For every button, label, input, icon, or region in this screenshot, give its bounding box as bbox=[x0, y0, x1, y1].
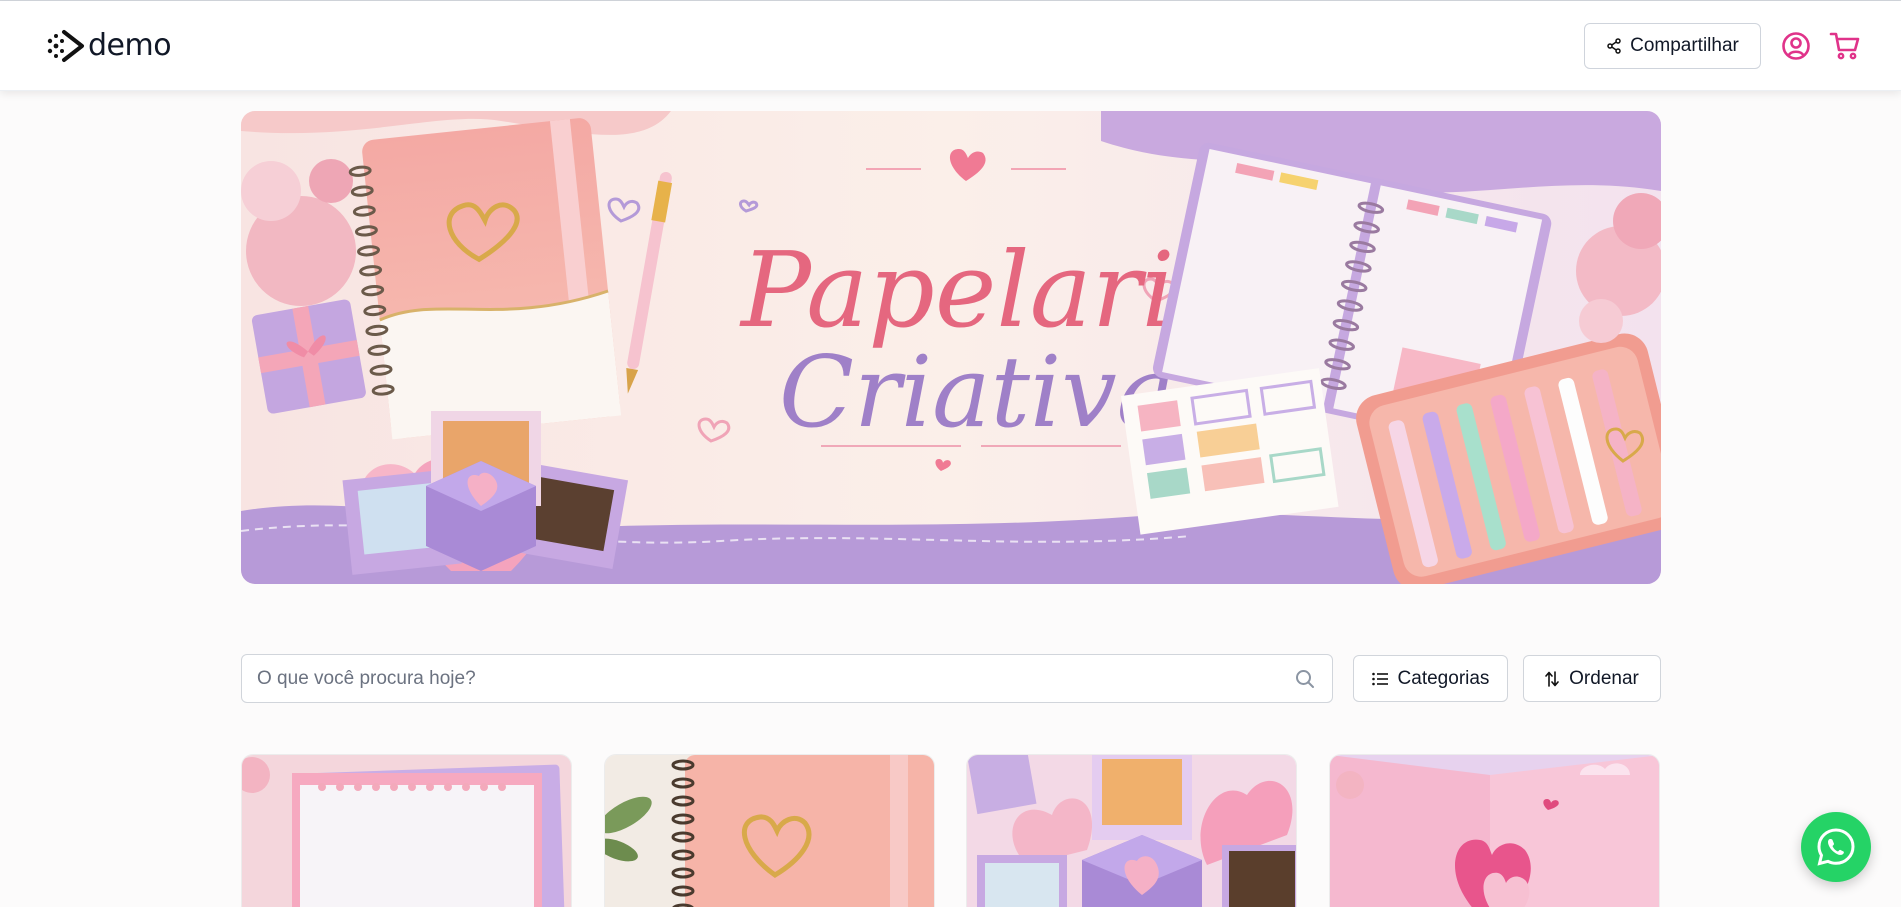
site-header: demo Compartilhar bbox=[0, 1, 1901, 91]
banner-title-line2: Criativa bbox=[779, 336, 1175, 450]
product-card[interactable] bbox=[241, 754, 572, 907]
search-bar bbox=[241, 654, 1333, 703]
categories-label: Categorias bbox=[1397, 667, 1490, 689]
sort-label: Ordenar bbox=[1569, 667, 1639, 689]
brand-name: demo bbox=[88, 28, 172, 63]
product-card[interactable] bbox=[604, 754, 935, 907]
user-circle-icon bbox=[1782, 32, 1810, 60]
banner-illustration: Papelaria Criativa bbox=[241, 111, 1661, 584]
search-icon[interactable] bbox=[1294, 668, 1316, 690]
cart-icon bbox=[1829, 32, 1860, 60]
sort-button[interactable]: Ordenar bbox=[1523, 655, 1661, 702]
whatsapp-icon bbox=[1817, 828, 1855, 866]
cart-button[interactable] bbox=[1828, 29, 1862, 63]
sort-arrows-icon bbox=[1545, 670, 1559, 687]
product-image-notebook-heart bbox=[605, 755, 934, 907]
search-input[interactable] bbox=[242, 655, 1294, 702]
brand-logo[interactable]: demo bbox=[46, 28, 172, 64]
whatsapp-button[interactable] bbox=[1801, 812, 1871, 882]
share-icon bbox=[1607, 38, 1621, 54]
categories-button[interactable]: Categorias bbox=[1353, 655, 1508, 702]
list-icon bbox=[1371, 672, 1388, 685]
product-card[interactable] bbox=[966, 754, 1297, 907]
share-button[interactable]: Compartilhar bbox=[1584, 23, 1761, 69]
product-image-explosion-box bbox=[967, 755, 1296, 907]
share-button-label: Compartilhar bbox=[1630, 35, 1739, 56]
account-button[interactable] bbox=[1779, 29, 1813, 63]
product-image-popup-card bbox=[1330, 755, 1659, 907]
product-card[interactable] bbox=[1329, 754, 1660, 907]
hero-banner: Papelaria Criativa bbox=[241, 111, 1661, 584]
product-image-notepad bbox=[242, 755, 571, 907]
play-dots-logo-icon bbox=[47, 30, 84, 62]
